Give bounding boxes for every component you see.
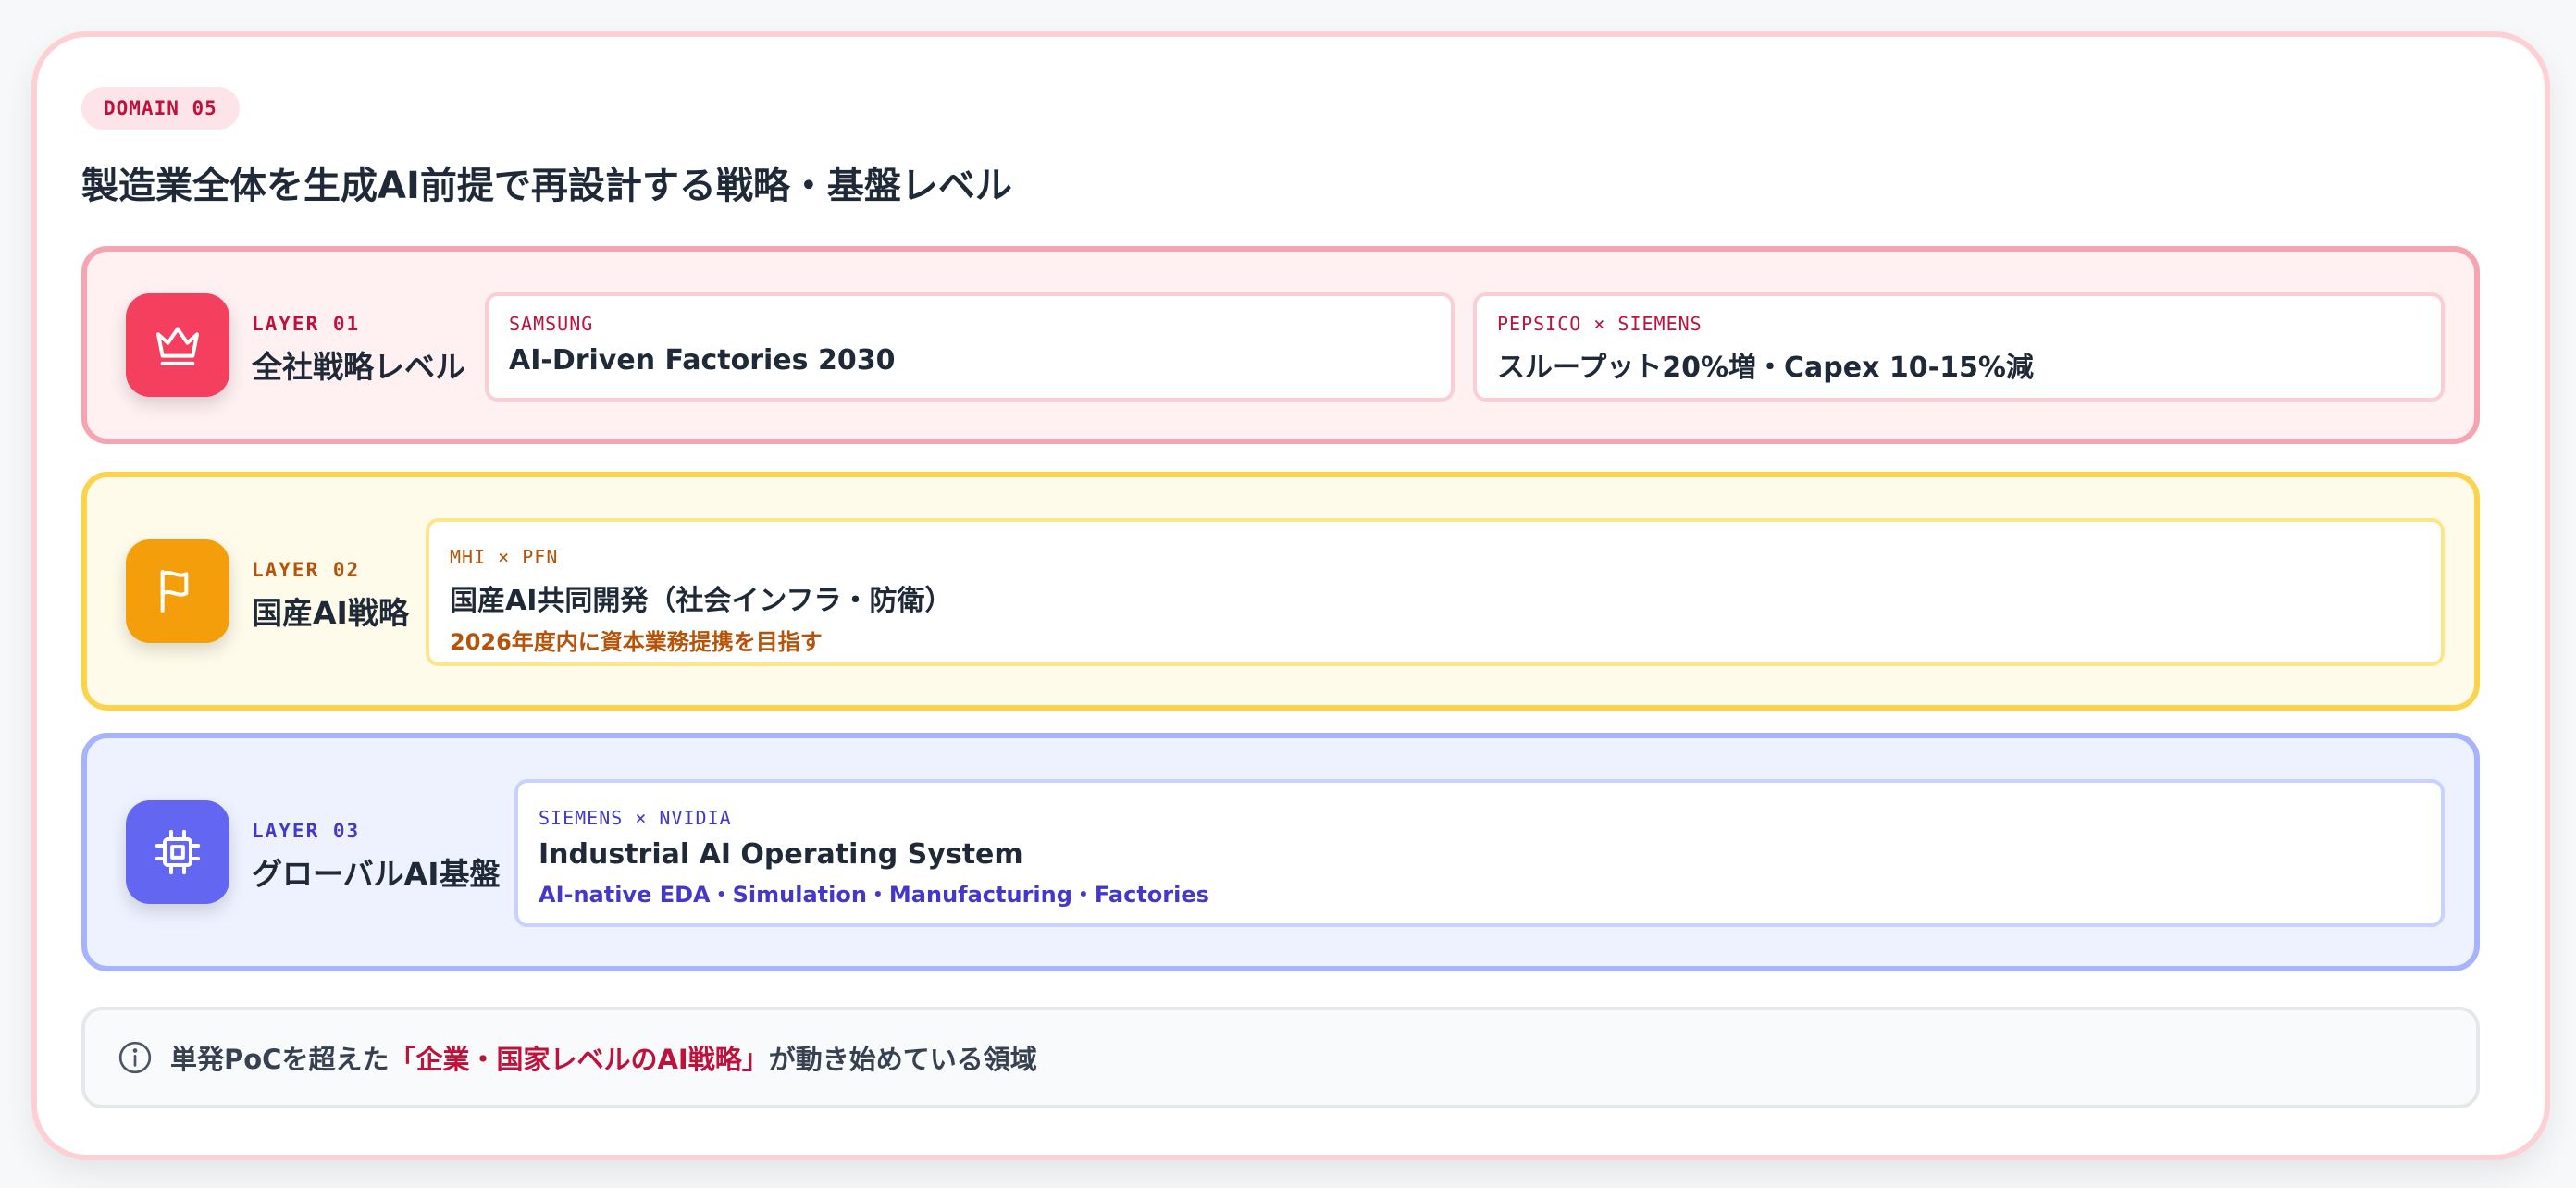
cpu-chip-icon bbox=[126, 800, 229, 904]
info-icon bbox=[117, 1039, 154, 1076]
tile-title: AI-Driven Factories 2030 bbox=[509, 344, 896, 377]
siemens-nvidia-tile: SIEMENS × NVIDIA Industrial AI Operating… bbox=[514, 779, 2445, 927]
layer-01-panel: LAYER 01 全社戦略レベル SAMSUNG AI-Driven Facto… bbox=[81, 246, 2480, 444]
page-title: 製造業全体を生成AI前提で再設計する戦略・基盤レベル bbox=[81, 165, 1012, 207]
tile-title: スループット20%増・Capex 10-15%減 bbox=[1497, 352, 2034, 384]
tile-tag: MHI × PFN bbox=[450, 546, 559, 568]
pepsico-siemens-tile: PEPSICO × SIEMENS スループット20%増・Capex 10-15… bbox=[1473, 292, 2445, 402]
layer-tag: LAYER 03 bbox=[252, 820, 361, 842]
layer-tag: LAYER 02 bbox=[252, 559, 361, 581]
mhi-pfn-tile: MHI × PFN 国産AI共同開発（社会インフラ・防衛） 2026年度内に資本… bbox=[426, 518, 2445, 666]
tile-subtitle: 2026年度内に資本業務提携を目指す bbox=[450, 629, 823, 655]
tile-title: 国産AI共同開発（社会インフラ・防衛） bbox=[450, 585, 953, 617]
layer-tag: LAYER 01 bbox=[252, 313, 361, 335]
layer-name: 全社戦略レベル bbox=[252, 349, 465, 385]
note-prefix: 単発PoCを超えた bbox=[170, 1044, 390, 1075]
tile-subtitle: AI-native EDA・Simulation・Manufacturing・F… bbox=[539, 882, 1209, 908]
note-highlight: 「企業・国家レベルのAI戦略」 bbox=[389, 1044, 769, 1075]
layer-name: 国産AI戦略 bbox=[252, 595, 409, 631]
crown-icon bbox=[126, 293, 229, 397]
layer-02-panel: LAYER 02 国産AI戦略 MHI × PFN 国産AI共同開発（社会インフ… bbox=[81, 472, 2480, 711]
note-suffix: が動き始めている領域 bbox=[768, 1044, 1037, 1075]
tile-tag: SAMSUNG bbox=[509, 313, 594, 335]
flag-icon bbox=[126, 539, 229, 643]
domain-badge: DOMAIN 05 bbox=[81, 87, 240, 130]
tile-tag: PEPSICO × SIEMENS bbox=[1497, 313, 1703, 335]
layer-02-heading: LAYER 02 国産AI戦略 bbox=[252, 559, 409, 633]
note-text: 単発PoCを超えた「企業・国家レベルのAI戦略」が動き始めている領域 bbox=[170, 1038, 1037, 1077]
layer-01-heading: LAYER 01 全社戦略レベル bbox=[252, 313, 465, 387]
summary-note: 単発PoCを超えた「企業・国家レベルのAI戦略」が動き始めている領域 bbox=[81, 1007, 2480, 1108]
samsung-tile: SAMSUNG AI-Driven Factories 2030 bbox=[485, 292, 1455, 402]
layer-name: グローバルAI基盤 bbox=[252, 856, 501, 892]
domain-card: DOMAIN 05 製造業全体を生成AI前提で再設計する戦略・基盤レベル LAY… bbox=[31, 31, 2550, 1160]
layer-03-heading: LAYER 03 グローバルAI基盤 bbox=[252, 820, 501, 894]
tile-title: Industrial AI Operating System bbox=[539, 838, 1023, 871]
tile-tag: SIEMENS × NVIDIA bbox=[539, 807, 732, 829]
layer-03-panel: LAYER 03 グローバルAI基盤 SIEMENS × NVIDIA Indu… bbox=[81, 733, 2480, 971]
